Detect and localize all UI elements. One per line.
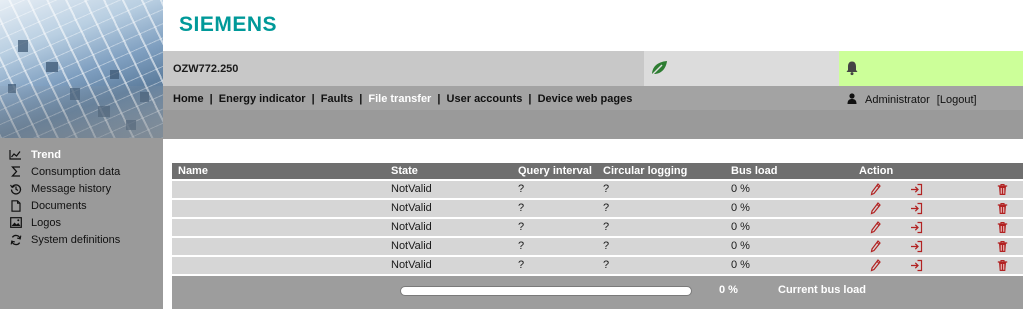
sidebar-item-message-history[interactable]: Message history (0, 180, 163, 197)
user-name: Administrator (865, 94, 930, 106)
bell-icon[interactable] (844, 60, 860, 79)
table-row: NotValid ? ? 0 % (172, 181, 1023, 198)
sidebar-item-label: Consumption data (31, 165, 121, 178)
device-name: OZW772.250 (173, 63, 239, 75)
sidebar-item-system-definitions[interactable]: System definitions (0, 231, 163, 248)
device-bar: OZW772.250 (163, 51, 644, 86)
sidebar: Trend Consumption data Message history D… (0, 138, 163, 309)
logout-link[interactable]: [Logout] (937, 94, 977, 106)
energy-status-bar[interactable] (644, 51, 839, 86)
cell-state: NotValid (391, 183, 432, 195)
nav-separator: | (311, 93, 315, 105)
bus-load-footer: 0 % Current bus load (172, 276, 1023, 309)
column-header-state: State (391, 165, 418, 177)
cell-circular-logging: ? (603, 259, 610, 271)
cell-bus-load: 0 % (731, 183, 750, 195)
pencil-edit-icon[interactable] (870, 259, 881, 275)
cell-state: NotValid (391, 202, 432, 214)
cell-circular-logging: ? (603, 221, 610, 233)
cell-query-interval: ? (518, 240, 525, 252)
cell-bus-load: 0 % (731, 221, 750, 233)
sidebar-item-label: System definitions (31, 233, 121, 246)
column-header-query-interval: Query interval (518, 165, 592, 177)
nav-home[interactable]: Home (173, 93, 204, 105)
nav-separator: | (528, 93, 532, 105)
table-row: NotValid ? ? 0 % (172, 257, 1023, 274)
pencil-edit-icon[interactable] (870, 202, 881, 218)
export-icon[interactable] (910, 221, 923, 237)
column-header-action: Action (859, 165, 894, 177)
history-icon (0, 183, 31, 195)
sidebar-item-consumption-data[interactable]: Consumption data (0, 163, 163, 180)
table-row: NotValid ? ? 0 % (172, 219, 1023, 236)
bus-load-progress-bar (400, 286, 692, 296)
table-row: NotValid ? ? 0 % (172, 238, 1023, 255)
navigation-band: Home | Energy indicator | Faults | File … (163, 86, 1023, 139)
table-header: Name State Query interval Circular loggi… (172, 163, 1023, 179)
cell-bus-load: 0 % (731, 240, 750, 252)
table-row: NotValid ? ? 0 % (172, 200, 1023, 217)
bus-load-percent: 0 % (719, 284, 738, 296)
column-header-bus-load: Bus load (731, 165, 778, 177)
trash-icon[interactable] (997, 259, 1008, 275)
export-icon[interactable] (910, 183, 923, 199)
top-navigation: Home | Energy indicator | Faults | File … (173, 93, 632, 105)
sidebar-item-label: Logos (31, 216, 61, 229)
sidebar-item-label: Documents (31, 199, 87, 212)
nav-energy-indicator[interactable]: Energy indicator (219, 93, 306, 105)
column-header-circular-logging: Circular logging (603, 165, 688, 177)
user-icon (847, 93, 857, 107)
cell-query-interval: ? (518, 202, 525, 214)
nav-separator: | (437, 93, 441, 105)
nav-separator: | (359, 93, 363, 105)
pencil-edit-icon[interactable] (870, 221, 881, 237)
trash-icon[interactable] (997, 221, 1008, 237)
cell-state: NotValid (391, 259, 432, 271)
trash-icon[interactable] (997, 202, 1008, 218)
nav-file-transfer[interactable]: File transfer (368, 93, 431, 105)
user-area: Administrator [Logout] (847, 93, 977, 107)
document-icon (0, 199, 31, 212)
leaf-icon[interactable] (649, 59, 669, 80)
cell-query-interval: ? (518, 183, 525, 195)
nav-device-web-pages[interactable]: Device web pages (538, 93, 633, 105)
cell-bus-load: 0 % (731, 202, 750, 214)
refresh-icon (0, 234, 31, 246)
cell-circular-logging: ? (603, 240, 610, 252)
siemens-logo: SIEMENS (179, 13, 278, 36)
cell-state: NotValid (391, 221, 432, 233)
trend-chart-icon (0, 149, 31, 160)
sidebar-item-label: Trend (31, 148, 61, 161)
sidebar-item-documents[interactable]: Documents (0, 197, 163, 214)
sigma-icon (0, 166, 31, 177)
cell-bus-load: 0 % (731, 259, 750, 271)
image-icon (0, 217, 31, 228)
header-building-photo (0, 0, 163, 138)
cell-circular-logging: ? (603, 183, 610, 195)
cell-query-interval: ? (518, 259, 525, 271)
sidebar-item-trend[interactable]: Trend (0, 146, 163, 163)
nav-faults[interactable]: Faults (321, 93, 353, 105)
export-icon[interactable] (910, 259, 923, 275)
trash-icon[interactable] (997, 183, 1008, 199)
export-icon[interactable] (910, 202, 923, 218)
column-header-name: Name (178, 165, 208, 177)
export-icon[interactable] (910, 240, 923, 256)
cell-state: NotValid (391, 240, 432, 252)
cell-circular-logging: ? (603, 202, 610, 214)
pencil-edit-icon[interactable] (870, 183, 881, 199)
current-bus-load-label: Current bus load (778, 284, 867, 296)
nav-user-accounts[interactable]: User accounts (447, 93, 523, 105)
cell-query-interval: ? (518, 221, 525, 233)
nav-separator: | (209, 93, 213, 105)
alarm-status-bar[interactable] (839, 51, 1023, 86)
file-transfer-table: Name State Query interval Circular loggi… (172, 163, 1023, 274)
sidebar-item-logos[interactable]: Logos (0, 214, 163, 231)
trash-icon[interactable] (997, 240, 1008, 256)
sidebar-item-label: Message history (31, 182, 112, 195)
pencil-edit-icon[interactable] (870, 240, 881, 256)
